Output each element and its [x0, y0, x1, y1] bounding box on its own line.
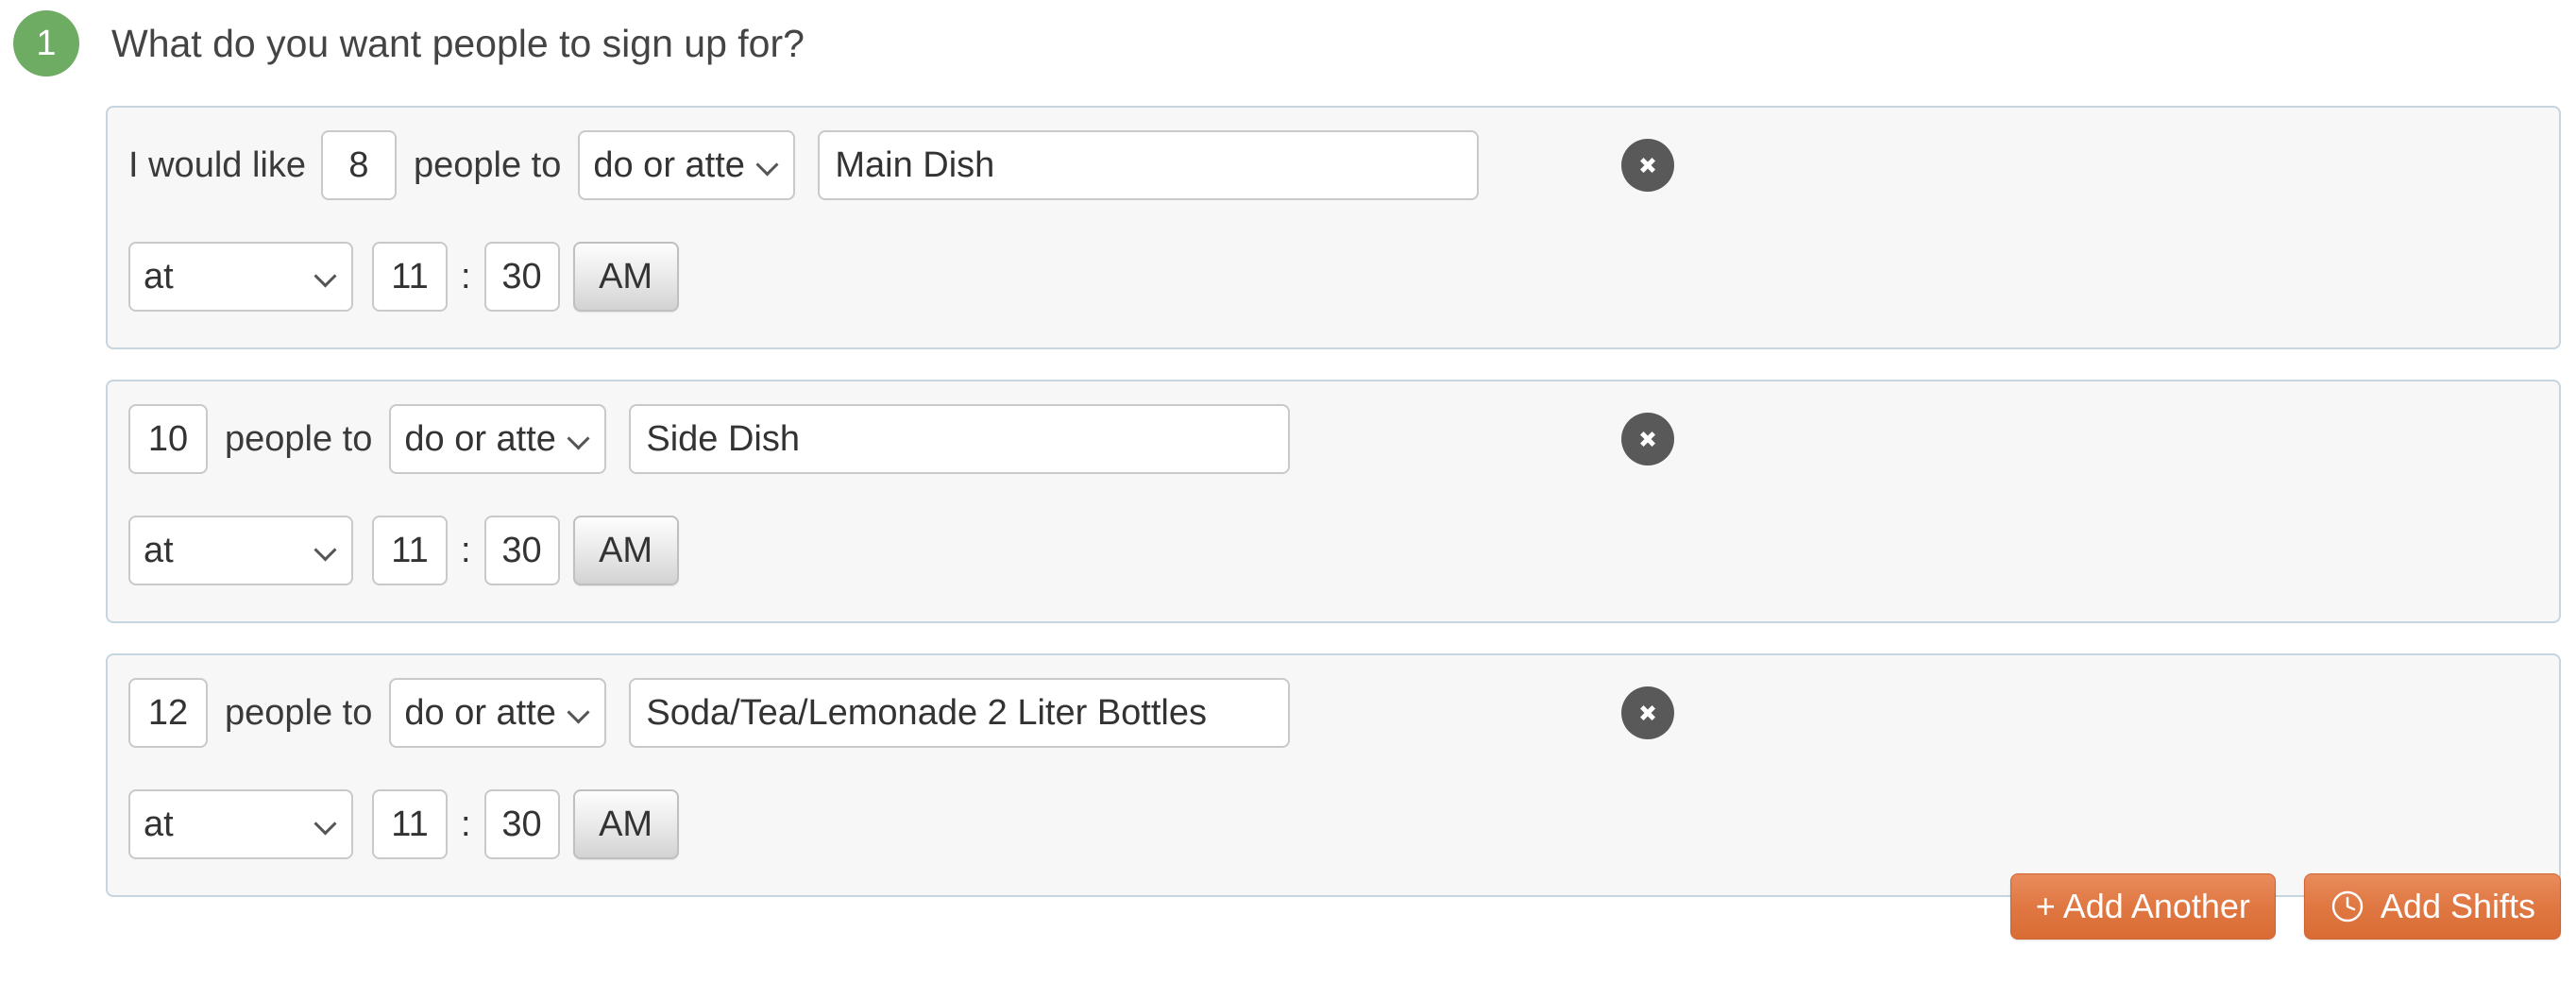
slot-panel: people to do or attend at — [106, 653, 2561, 897]
close-circle-icon[interactable] — [1621, 686, 1674, 739]
action-select-wrapper: do or attend — [389, 404, 607, 474]
item-name-input[interactable] — [629, 678, 1291, 748]
add-shifts-label: Add Shifts — [2380, 887, 2535, 925]
time-colon: : — [461, 530, 471, 570]
time-colon: : — [461, 804, 471, 844]
form-action-bar: + Add Another Add Shifts — [2009, 873, 2561, 940]
item-name-input[interactable] — [629, 404, 1291, 474]
hour-input[interactable] — [372, 789, 448, 859]
action-select-wrapper: do or attend — [389, 678, 607, 748]
action-select[interactable]: do or attend — [578, 130, 796, 200]
slot-time-row: at : AM — [108, 497, 2559, 604]
quantity-input[interactable] — [128, 678, 208, 748]
time-colon: : — [461, 256, 471, 296]
hour-input[interactable] — [372, 242, 448, 312]
add-another-label: + Add Another — [2035, 887, 2250, 925]
close-circle-icon[interactable] — [1621, 139, 1674, 192]
step-number-badge: 1 — [13, 10, 79, 76]
minute-input[interactable] — [483, 516, 560, 585]
action-select[interactable]: do or attend — [389, 404, 607, 474]
item-name-input[interactable] — [818, 130, 1480, 200]
add-shifts-button[interactable]: Add Shifts — [2303, 873, 2561, 940]
slot-detail-row: people to do or attend — [108, 381, 2559, 497]
people-to-label: people to — [413, 144, 562, 185]
close-circle-icon[interactable] — [1621, 413, 1674, 466]
meridiem-toggle-button[interactable]: AM — [572, 789, 679, 859]
page-title: What do you want people to sign up for? — [111, 21, 805, 65]
slot-panel: people to do or attend at — [106, 380, 2561, 623]
prefix-label: I would like — [128, 144, 306, 185]
question-header: 1 What do you want people to sign up for… — [0, 0, 805, 104]
time-preposition-select[interactable]: at — [128, 516, 353, 585]
minute-input[interactable] — [483, 242, 560, 312]
hour-input[interactable] — [372, 516, 448, 585]
minute-input[interactable] — [483, 789, 560, 859]
signup-slot-builder-page: 1 What do you want people to sign up for… — [0, 0, 2576, 999]
clock-icon — [2330, 889, 2365, 924]
people-to-label: people to — [225, 418, 373, 459]
slot-panel-list: I would like people to do or attend — [106, 106, 2561, 927]
slot-time-row: at : AM — [108, 223, 2559, 330]
people-to-label: people to — [225, 692, 373, 733]
time-preposition-select-wrapper: at — [128, 516, 353, 585]
time-preposition-select[interactable]: at — [128, 242, 353, 312]
meridiem-toggle-button[interactable]: AM — [572, 516, 679, 585]
quantity-input[interactable] — [320, 130, 397, 200]
slot-panel: I would like people to do or attend — [106, 106, 2561, 349]
slot-time-row: at : AM — [108, 770, 2559, 878]
add-another-button[interactable]: + Add Another — [2009, 873, 2276, 940]
meridiem-toggle-button[interactable]: AM — [572, 242, 679, 312]
slot-detail-row: people to do or attend — [108, 655, 2559, 770]
time-preposition-select-wrapper: at — [128, 789, 353, 859]
slot-detail-row: I would like people to do or attend — [108, 108, 2559, 223]
time-preposition-select-wrapper: at — [128, 242, 353, 312]
action-select-wrapper: do or attend — [578, 130, 796, 200]
quantity-input[interactable] — [128, 404, 208, 474]
action-select[interactable]: do or attend — [389, 678, 607, 748]
time-preposition-select[interactable]: at — [128, 789, 353, 859]
